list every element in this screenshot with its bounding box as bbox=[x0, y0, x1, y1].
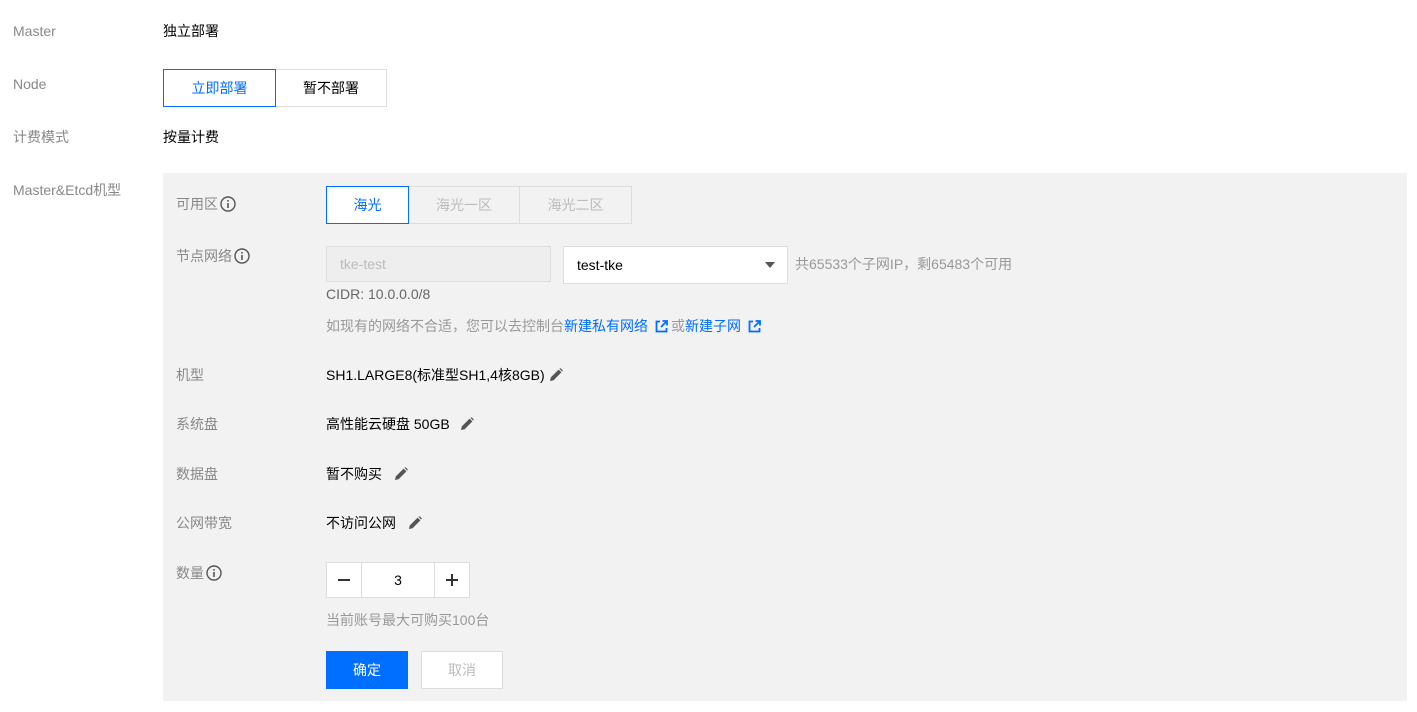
zone-option-haiguang-1[interactable]: 海光一区 bbox=[408, 186, 520, 224]
system-disk-row: 高性能云硬盘 50GB bbox=[326, 414, 474, 434]
instance-type-row: SH1.LARGE8(标准型SH1,4核8GB) bbox=[326, 365, 563, 385]
pencil-icon[interactable] bbox=[394, 467, 408, 481]
bandwidth-label: 公网带宽 bbox=[176, 515, 232, 531]
subnet-select[interactable]: test-tke bbox=[563, 246, 788, 284]
data-disk-value: 暂不购买 bbox=[326, 466, 382, 482]
quantity-stepper: 3 bbox=[326, 562, 470, 598]
external-link-icon[interactable] bbox=[748, 320, 761, 333]
zone-option-haiguang[interactable]: 海光 bbox=[326, 186, 409, 224]
pencil-icon[interactable] bbox=[460, 417, 474, 431]
increment-button[interactable] bbox=[435, 563, 469, 597]
info-icon[interactable] bbox=[206, 565, 222, 581]
caret-down-icon bbox=[765, 262, 775, 268]
system-disk-value: 高性能云硬盘 50GB bbox=[326, 416, 450, 432]
subnet-ip-info: 共65533个子网IP，剩65483个可用 bbox=[795, 256, 1013, 272]
plus-icon bbox=[446, 574, 458, 586]
billing-label: 计费模式 bbox=[13, 129, 69, 145]
node-option-deploy-later[interactable]: 暂不部署 bbox=[275, 69, 387, 107]
zone-option-haiguang-2[interactable]: 海光二区 bbox=[519, 186, 632, 224]
decrement-button[interactable] bbox=[327, 563, 361, 597]
quantity-input[interactable]: 3 bbox=[361, 563, 435, 597]
data-disk-row: 暂不购买 bbox=[326, 464, 408, 484]
vpc-input[interactable]: tke-test bbox=[326, 246, 551, 282]
pencil-icon[interactable] bbox=[549, 368, 563, 382]
cancel-button[interactable]: 取消 bbox=[421, 651, 503, 689]
external-link-icon[interactable] bbox=[655, 320, 668, 333]
billing-value: 按量计费 bbox=[163, 129, 219, 145]
node-segmented-control: 立即部署 暂不部署 bbox=[163, 69, 387, 107]
zone-label: 可用区 bbox=[176, 194, 236, 214]
instance-type-value: SH1.LARGE8(标准型SH1,4核8GB) bbox=[326, 367, 545, 383]
info-icon[interactable] bbox=[220, 196, 236, 212]
confirm-button[interactable]: 确定 bbox=[326, 651, 408, 689]
minus-icon bbox=[338, 579, 350, 581]
node-option-deploy-now[interactable]: 立即部署 bbox=[163, 69, 276, 107]
network-hint: 如现有的网络不合适，您可以去控制台新建私有网络 或新建子网 bbox=[326, 316, 764, 336]
zone-segmented-control: 海光 海光一区 海光二区 bbox=[326, 186, 632, 224]
node-label: Node bbox=[13, 76, 47, 92]
create-subnet-link[interactable]: 新建子网 bbox=[685, 318, 741, 334]
cidr-text: CIDR: 10.0.0.0/8 bbox=[326, 286, 431, 302]
quantity-label: 数量 bbox=[176, 563, 222, 583]
system-disk-label: 系统盘 bbox=[176, 416, 218, 432]
master-label: Master bbox=[13, 23, 56, 39]
create-vpc-link[interactable]: 新建私有网络 bbox=[564, 318, 648, 334]
pencil-icon[interactable] bbox=[408, 516, 422, 530]
data-disk-label: 数据盘 bbox=[176, 466, 218, 482]
quantity-hint: 当前账号最大可购买100台 bbox=[326, 612, 490, 628]
bandwidth-row: 不访问公网 bbox=[326, 513, 422, 533]
machine-section-label: Master&Etcd机型 bbox=[13, 182, 122, 198]
master-value: 独立部署 bbox=[163, 23, 219, 39]
info-icon[interactable] bbox=[234, 248, 250, 264]
instance-type-label: 机型 bbox=[176, 367, 204, 383]
bandwidth-value: 不访问公网 bbox=[326, 515, 396, 531]
network-label: 节点网络 bbox=[176, 246, 250, 266]
